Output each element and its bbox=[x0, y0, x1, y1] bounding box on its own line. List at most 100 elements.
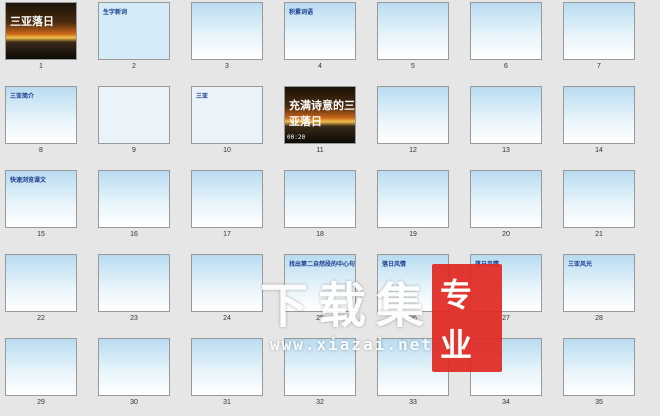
slide-number: 7 bbox=[597, 63, 601, 70]
slide-thumbnail[interactable]: 14 bbox=[563, 86, 635, 164]
slide-number: 18 bbox=[316, 231, 324, 238]
slide-number: 30 bbox=[130, 399, 138, 406]
slide-preview: 三亚 bbox=[191, 86, 263, 144]
slide-thumbnail[interactable]: 7 bbox=[563, 2, 635, 80]
slide-number: 35 bbox=[595, 399, 603, 406]
slide-thumbnail[interactable]: 9 bbox=[98, 86, 170, 164]
slide-number: 29 bbox=[37, 399, 45, 406]
slide-thumbnail[interactable]: 35 bbox=[563, 338, 635, 416]
slide-preview bbox=[377, 2, 449, 60]
watermark-text: 下载集 bbox=[260, 278, 435, 334]
watermark-badge: 专 业 bbox=[432, 264, 502, 372]
slide-preview bbox=[470, 86, 542, 144]
slide-preview bbox=[377, 86, 449, 144]
slide-preview bbox=[563, 86, 635, 144]
slide-preview bbox=[284, 170, 356, 228]
slide-number: 2 bbox=[132, 63, 136, 70]
slide-thumbnail[interactable]: 17 bbox=[191, 170, 263, 248]
slide-number: 22 bbox=[37, 315, 45, 322]
slide-thumbnail[interactable]: 13 bbox=[470, 86, 542, 164]
slide-preview bbox=[98, 86, 170, 144]
slide-thumbnail[interactable]: 24 bbox=[191, 254, 263, 332]
slide-thumbnail[interactable]: 16 bbox=[98, 170, 170, 248]
slide-preview bbox=[470, 170, 542, 228]
slide-thumbnail[interactable]: 23 bbox=[98, 254, 170, 332]
slide-number: 4 bbox=[318, 63, 322, 70]
slide-number: 19 bbox=[409, 231, 417, 238]
slide-preview: 充满诗意的三亚落日 00:20 bbox=[284, 86, 356, 144]
slide-number: 11 bbox=[316, 147, 324, 154]
slide-preview: 生字新词 bbox=[98, 2, 170, 60]
slide-title: 三亚 bbox=[196, 93, 209, 100]
slide-thumbnail[interactable]: 6 bbox=[470, 2, 542, 80]
slide-number: 5 bbox=[411, 63, 415, 70]
slide-thumbnail[interactable]: 19 bbox=[377, 170, 449, 248]
slide-thumbnail[interactable]: 21 bbox=[563, 170, 635, 248]
slide-title: 积累词语 bbox=[289, 9, 314, 16]
slide-thumbnail[interactable]: 30 bbox=[98, 338, 170, 416]
slide-number: 17 bbox=[223, 231, 231, 238]
slide-thumbnail[interactable]: 积累词语 4 bbox=[284, 2, 356, 80]
slide-thumbnail[interactable]: 22 bbox=[5, 254, 77, 332]
slide-number: 15 bbox=[37, 231, 45, 238]
watermark-url: www.xiazai.net bbox=[270, 335, 433, 354]
slide-thumbnail[interactable]: 生字新词 2 bbox=[98, 2, 170, 80]
slide-number: 9 bbox=[132, 147, 136, 154]
slide-preview: 三亚简介 bbox=[5, 86, 77, 144]
slide-thumbnail[interactable]: 三亚落日 1 bbox=[5, 2, 77, 80]
slide-title: 三亚落日 bbox=[10, 15, 54, 28]
slide-preview bbox=[98, 254, 170, 312]
slide-title: 充满诗意的三亚落日 bbox=[289, 99, 355, 128]
slide-number: 10 bbox=[223, 147, 231, 154]
slide-preview bbox=[563, 170, 635, 228]
slide-preview: 快速浏览课文 bbox=[5, 170, 77, 228]
badge-char-top: 专 bbox=[440, 276, 473, 314]
slide-preview: 三亚风光 bbox=[563, 254, 635, 312]
slide-number: 1 bbox=[39, 63, 43, 70]
slide-title: 快速浏览课文 bbox=[10, 177, 47, 184]
slide-thumbnail[interactable]: 充满诗意的三亚落日 00:20 11 bbox=[284, 86, 356, 164]
slide-preview bbox=[377, 170, 449, 228]
slide-number: 23 bbox=[130, 315, 138, 322]
slide-preview bbox=[191, 2, 263, 60]
slide-number: 32 bbox=[316, 399, 324, 406]
slide-thumbnail[interactable]: 31 bbox=[191, 338, 263, 416]
slide-thumbnail[interactable]: 三亚风光 28 bbox=[563, 254, 635, 332]
slide-preview bbox=[191, 254, 263, 312]
slide-preview bbox=[98, 170, 170, 228]
slide-number: 31 bbox=[223, 399, 231, 406]
slide-number: 16 bbox=[130, 231, 138, 238]
slide-preview: 积累词语 bbox=[284, 2, 356, 60]
slide-preview bbox=[191, 170, 263, 228]
slide-thumbnail[interactable]: 5 bbox=[377, 2, 449, 80]
slide-thumbnail[interactable]: 三亚简介 8 bbox=[5, 86, 77, 164]
slide-preview bbox=[5, 338, 77, 396]
slide-thumbnail[interactable]: 12 bbox=[377, 86, 449, 164]
badge-char-bottom: 业 bbox=[440, 326, 473, 364]
slide-number: 20 bbox=[502, 231, 510, 238]
slide-preview bbox=[5, 254, 77, 312]
slide-title: 三亚风光 bbox=[568, 261, 593, 268]
slide-preview bbox=[563, 338, 635, 396]
slide-title: 三亚简介 bbox=[10, 93, 35, 100]
slide-thumbnail[interactable]: 3 bbox=[191, 2, 263, 80]
slide-timer: 00:20 bbox=[287, 134, 306, 141]
slide-number: 33 bbox=[409, 399, 417, 406]
slide-number: 24 bbox=[223, 315, 231, 322]
slide-number: 34 bbox=[502, 399, 510, 406]
slide-thumbnail[interactable]: 18 bbox=[284, 170, 356, 248]
slide-number: 21 bbox=[595, 231, 603, 238]
slide-preview bbox=[98, 338, 170, 396]
slide-number: 6 bbox=[504, 63, 508, 70]
slide-number: 28 bbox=[595, 315, 603, 322]
slide-thumbnail[interactable]: 快速浏览课文 15 bbox=[5, 170, 77, 248]
slide-preview bbox=[191, 338, 263, 396]
slide-number: 13 bbox=[502, 147, 510, 154]
slide-preview bbox=[563, 2, 635, 60]
slide-preview: 三亚落日 bbox=[5, 2, 77, 60]
slide-thumbnail[interactable]: 三亚 10 bbox=[191, 86, 263, 164]
slide-number: 12 bbox=[409, 147, 417, 154]
slide-preview bbox=[470, 2, 542, 60]
slide-thumbnail[interactable]: 29 bbox=[5, 338, 77, 416]
slide-thumbnail[interactable]: 20 bbox=[470, 170, 542, 248]
